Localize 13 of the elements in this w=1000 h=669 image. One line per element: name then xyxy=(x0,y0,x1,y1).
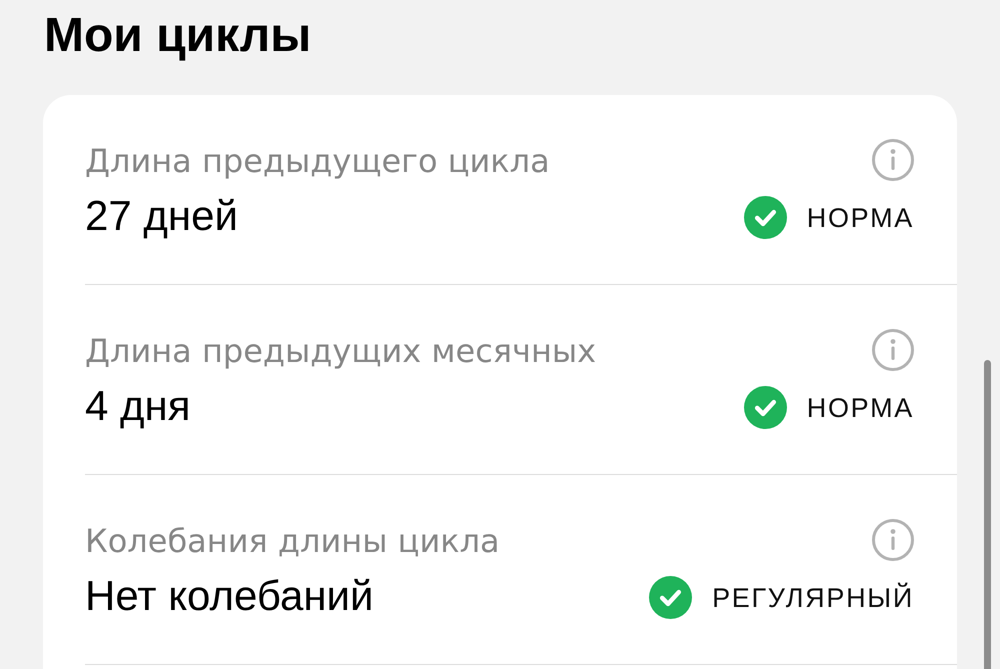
metric-value: 4 дня xyxy=(85,381,190,431)
page-title: Мои циклы xyxy=(44,8,312,64)
info-icon[interactable] xyxy=(872,519,914,561)
metric-label: Длина предыдущего цикла xyxy=(85,141,550,181)
metric-value: 27 дней xyxy=(85,191,238,241)
status-label: НОРМА xyxy=(806,392,914,424)
metric-label: Колебания длины цикла xyxy=(85,521,500,561)
status-label: НОРМА xyxy=(806,202,914,234)
metric-value: Нет колебаний xyxy=(85,571,374,621)
info-icon[interactable] xyxy=(872,329,914,371)
status-label: РЕГУЛЯРНЫЙ xyxy=(712,582,914,614)
metric-label: Длина предыдущих месячных xyxy=(85,331,596,371)
info-icon[interactable] xyxy=(872,139,914,181)
